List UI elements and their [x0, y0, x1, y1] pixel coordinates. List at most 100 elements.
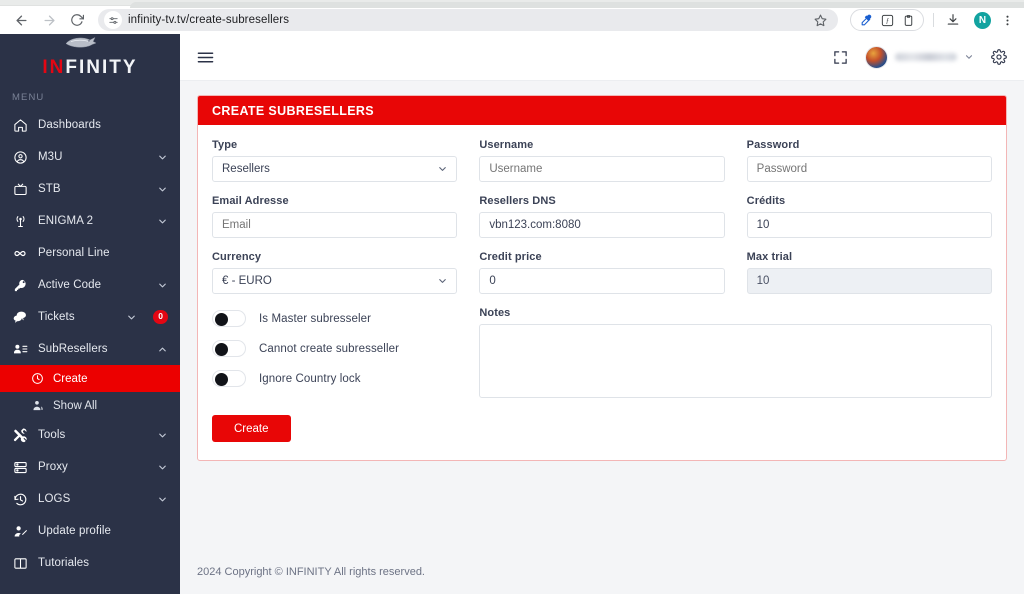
toggle-knob	[215, 312, 228, 326]
topbar	[180, 34, 1024, 81]
chevron-down-icon	[126, 312, 137, 323]
card-title: CREATE SUBRESELLERS	[198, 96, 1006, 125]
currency-select-wrap[interactable]: € - EURO	[212, 268, 458, 294]
label-credit-price: Credit price	[479, 251, 542, 263]
key-icon	[12, 277, 28, 293]
type-select-wrap[interactable]: Resellers	[212, 156, 458, 182]
user-menu[interactable]	[865, 45, 974, 69]
sidebar-item-dashboards[interactable]: Dashboards	[0, 109, 180, 141]
eyedropper-icon[interactable]	[859, 13, 873, 27]
back-button[interactable]	[8, 7, 34, 33]
toggle-knob	[215, 372, 228, 386]
address-bar[interactable]: infinity-tv.tv/create-subresellers	[98, 9, 838, 31]
sidebar-subitem-show-all[interactable]: Show All	[0, 392, 180, 419]
forward-button[interactable]	[36, 7, 62, 33]
gear-icon[interactable]	[991, 49, 1007, 65]
toggle-cannot-create-subresseller[interactable]: Cannot create subresseller	[212, 340, 457, 357]
toggle-label: Cannot create subresseller	[259, 342, 400, 355]
browser-menu-icon[interactable]	[998, 10, 1016, 30]
label-resellers-dns: Resellers DNS	[479, 195, 556, 207]
brand-logo[interactable]: INFINITY	[0, 34, 180, 86]
tickets-badge: 0	[153, 310, 168, 324]
chevron-down-icon	[157, 462, 168, 473]
user-circle-icon	[12, 149, 28, 165]
field-max-trial: Max trial	[746, 251, 992, 294]
toggle-ignore-country-lock[interactable]: Ignore Country lock	[212, 370, 457, 387]
menu-heading: MENU	[12, 92, 45, 103]
sidebar-item-enigma-2[interactable]: ENIGMA 2	[0, 205, 180, 237]
sidebar-item-m3u[interactable]: M3U	[0, 141, 180, 173]
email-input[interactable]	[212, 212, 458, 238]
reload-button[interactable]	[64, 7, 90, 33]
toggle-knob	[215, 342, 228, 356]
hamburger-icon[interactable]	[197, 51, 214, 64]
sidebar-item-logs[interactable]: LOGS	[0, 483, 180, 515]
password-input[interactable]	[746, 156, 992, 182]
sidebar-label: SubResellers	[38, 343, 108, 355]
chevron-down-icon	[157, 152, 168, 163]
resellers-dns-input[interactable]	[479, 212, 725, 238]
clock-icon	[30, 372, 44, 386]
sidebar-item-tutoriales[interactable]: Tutoriales	[0, 547, 180, 579]
bookmark-icon[interactable]	[810, 10, 830, 30]
sidebar-label: LOGS	[38, 493, 71, 505]
sidebar-label: Personal Line	[38, 247, 110, 259]
toggle-switch[interactable]	[212, 310, 246, 327]
toggle-switch[interactable]	[212, 370, 246, 387]
create-subresellers-card: CREATE SUBRESELLERS Type Resellers Usern…	[197, 95, 1007, 461]
type-select[interactable]: Resellers	[212, 156, 458, 182]
chevron-down-icon	[157, 216, 168, 227]
form-row-1: Type Resellers Username Username Passwor…	[212, 139, 992, 195]
chevron-down-icon	[157, 494, 168, 505]
main-area: CREATE SUBRESELLERS Type Resellers Usern…	[180, 34, 1024, 594]
home-icon	[12, 117, 28, 133]
label-notes: Notes	[479, 307, 511, 319]
sidebar-item-active-code[interactable]: Active Code	[0, 269, 180, 301]
sidebar-label: Active Code	[38, 279, 102, 291]
brand-text: INFINITY	[42, 58, 137, 77]
username-input[interactable]	[479, 156, 725, 182]
credit-price-input[interactable]	[479, 268, 725, 294]
server-icon	[12, 459, 28, 475]
sidebar-item-personal-line[interactable]: Personal Line	[0, 237, 180, 269]
active-tab[interactable]	[130, 2, 1024, 8]
currency-select[interactable]: € - EURO	[212, 268, 458, 294]
sidebar-label: Tools	[38, 429, 66, 441]
label-password: Password	[746, 139, 800, 151]
toggle-is-master-subresseler[interactable]: Is Master subresseler	[212, 310, 457, 327]
create-button[interactable]: Create	[212, 415, 291, 442]
font-icon[interactable]: ƒ	[880, 13, 894, 27]
chevron-down-icon	[157, 430, 168, 441]
max-trial-input[interactable]	[746, 268, 992, 294]
user-name	[895, 53, 957, 61]
profile-avatar[interactable]: N	[974, 11, 991, 29]
sidebar-item-stb[interactable]: STB	[0, 173, 180, 205]
sidebar-item-update-profile[interactable]: Update profile	[0, 515, 180, 547]
downloads-icon[interactable]	[943, 10, 963, 30]
toggle-label: Ignore Country lock	[259, 372, 361, 385]
label-credits: Crédits	[746, 195, 786, 207]
sidebar-item-subresellers[interactable]: SubResellers	[0, 333, 180, 365]
toggle-switch[interactable]	[212, 340, 246, 357]
credits-input[interactable]	[746, 212, 992, 238]
book-icon	[12, 555, 28, 571]
field-notes: Notes	[479, 307, 992, 398]
sidebar-item-proxy[interactable]: Proxy	[0, 451, 180, 483]
user-edit-icon	[12, 523, 28, 539]
sidebar-item-tools[interactable]: Tools	[0, 419, 180, 451]
app-root: INFINITY MENU Dashboards M3U STB ENIGMA …	[0, 34, 1024, 594]
fullscreen-icon[interactable]	[833, 50, 848, 65]
footer: 2024 Copyright © INFINITY All rights res…	[180, 550, 1024, 594]
chat-icon	[12, 309, 28, 325]
sidebar-subitem-create[interactable]: Create	[0, 365, 180, 392]
history-icon	[12, 491, 28, 507]
sidebar-item-tickets[interactable]: Tickets 0	[0, 301, 180, 333]
field-credits: Crédits	[746, 195, 992, 238]
url-text: infinity-tv.tv/create-subresellers	[128, 14, 290, 26]
notes-textarea[interactable]	[479, 324, 992, 398]
sidebar-sublabel: Create	[53, 372, 88, 385]
toggle-label: Is Master subresseler	[259, 312, 372, 325]
clipboard-icon[interactable]	[901, 13, 915, 27]
site-settings-icon[interactable]	[104, 11, 122, 29]
sidebar-label: Tutoriales	[38, 557, 90, 569]
